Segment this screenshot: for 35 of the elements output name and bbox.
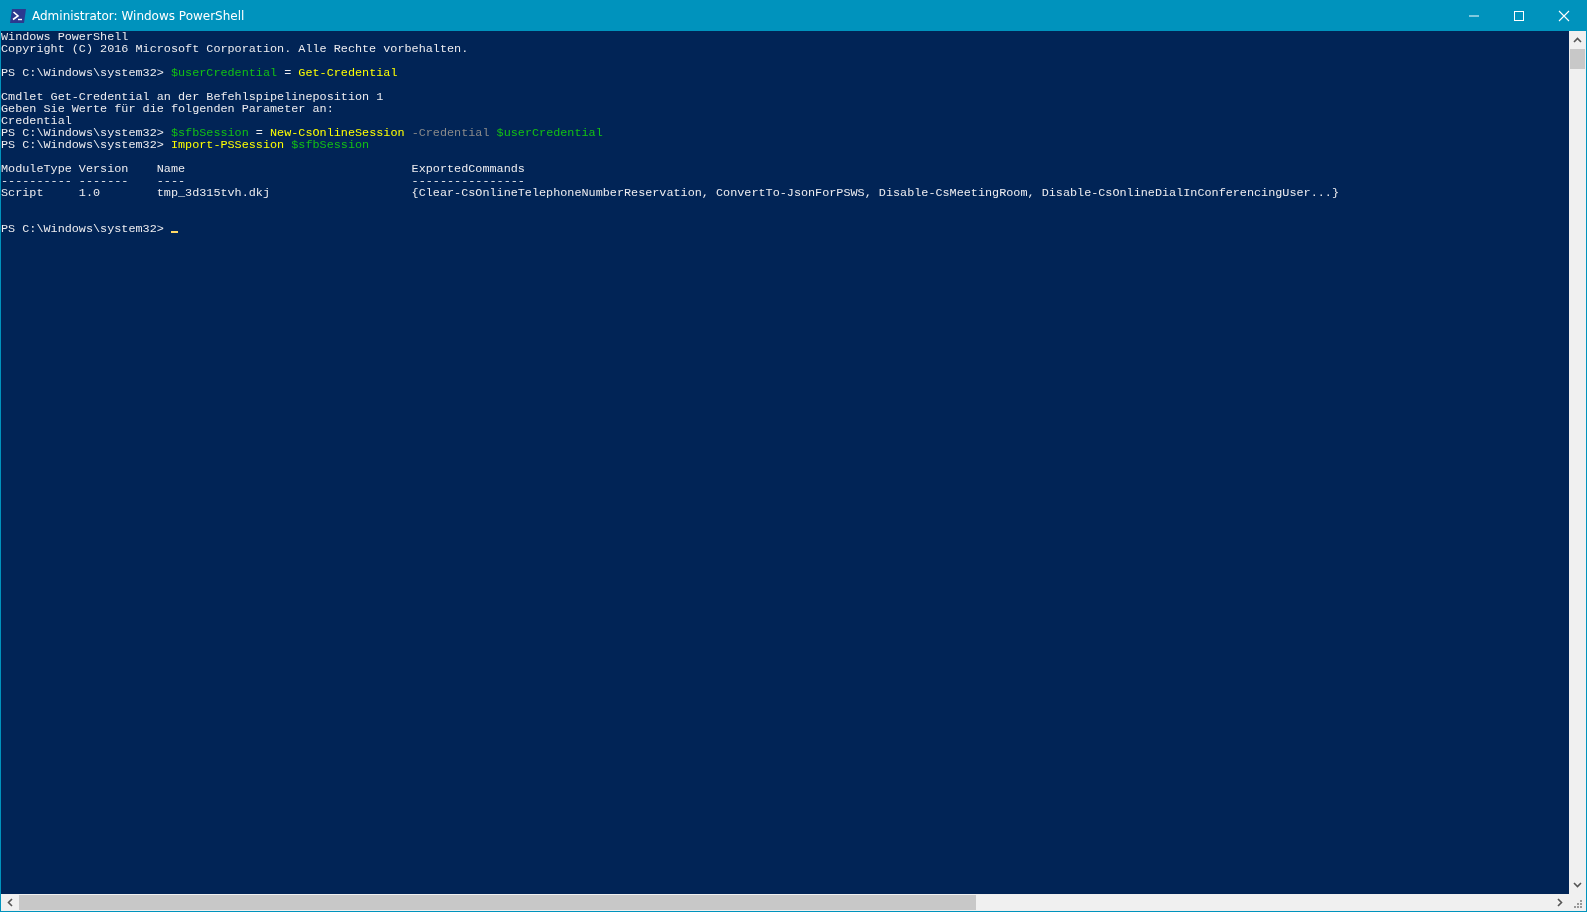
console-text: Import-PSSession (170, 138, 285, 152)
console-text: $sfbSession (170, 126, 249, 140)
console-text: Copyright (C) 2016 Microsoft Corporation. Alle Rechte vorbehalten. (1, 42, 469, 56)
console-text: $userCredential (495, 126, 603, 140)
scroll-thumb[interactable] (19, 895, 976, 910)
console-text: = (283, 66, 293, 80)
scroll-up-icon[interactable] (1573, 37, 1582, 43)
console-text: Credential (1, 114, 72, 128)
console-text: Cmdlet Get-Credential an der Befehlspipelineposition 1 (1, 90, 384, 104)
window-title: Administrator: Windows PowerShell (32, 9, 245, 23)
console-text: = (254, 126, 264, 140)
minimize-icon (1468, 15, 1479, 17)
console-text: ModuleType Version Name ExportedCommands (1, 162, 525, 176)
console-text: PS C:\Windows\system32> (1, 222, 165, 236)
scroll-right-icon[interactable] (1557, 898, 1563, 907)
console-text: PS C:\Windows\system32> (1, 138, 165, 152)
powershell-icon (10, 9, 26, 23)
maximize-icon (1513, 11, 1524, 21)
console-text: Geben Sie Werte für die folgenden Parameter an: (1, 102, 334, 116)
vertical-scrollbar[interactable] (1569, 31, 1586, 894)
console-text: ---------- ------- ---- ---------------- (1, 174, 525, 188)
console-text: PS C:\Windows\system32> (1, 126, 165, 140)
console-text: Windows PowerShell (1, 31, 129, 44)
resize-grip-icon[interactable] (1574, 900, 1582, 908)
close-icon (1557, 10, 1570, 22)
console-text: PS C:\Windows\system32> (1, 66, 165, 80)
console-text: New-CsOnlineSession (270, 126, 405, 140)
scroll-left-icon[interactable] (7, 898, 13, 907)
scroll-down-icon[interactable] (1573, 882, 1582, 888)
console-text: Get-Credential (298, 66, 398, 80)
console-text: -Credential (410, 126, 490, 140)
console-text: Script 1.0 tmp_3d315tvh.dkj {Clear-CsOnlineTelephoneNumberReservation, ConvertTo-JsonForPSWS, Disable-CsMeetingRoom, Disable-CsOnlineDialInConferencingUser...} (1, 186, 1339, 200)
console-text: $sfbSession (290, 138, 370, 152)
scroll-thumb[interactable] (1570, 49, 1585, 69)
console-text: $userCredential (170, 66, 278, 80)
